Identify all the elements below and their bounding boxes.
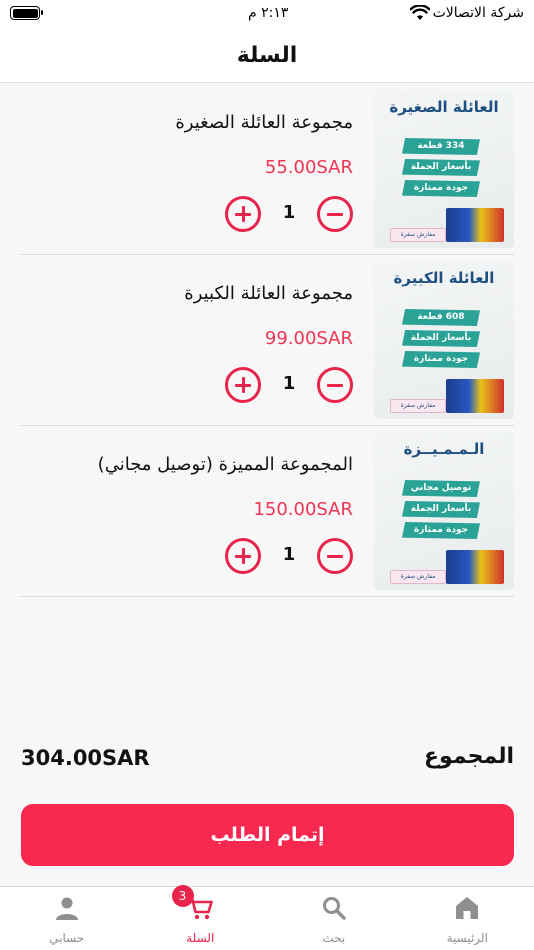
- product-image-tag: جودة ممتازة: [402, 351, 480, 368]
- increase-quantity-button[interactable]: [225, 538, 261, 574]
- item-name: مجموعة العائلة الصغيرة: [175, 112, 353, 133]
- tab-label: حسابي: [49, 931, 85, 945]
- search-icon: [322, 897, 346, 920]
- product-image-tag: 608 قطعة: [402, 309, 480, 326]
- total-row: المجموع 304.00SAR: [21, 744, 514, 776]
- tab-label: السلة: [186, 931, 215, 945]
- product-image-tag: 334 قطعة: [402, 138, 480, 155]
- product-image-tag: توصيل مجاني: [402, 480, 480, 497]
- total-value: 304.00SAR: [21, 746, 150, 770]
- item-price: 150.00SAR: [253, 499, 353, 520]
- product-image[interactable]: العائلة الصغيرة 334 قطعة بأسعار الجملة ج…: [374, 90, 514, 248]
- cart-item: العائلة الكبيرة 608 قطعة بأسعار الجملة ج…: [21, 255, 514, 426]
- quantity-stepper: 1: [225, 538, 353, 574]
- increase-quantity-button[interactable]: [225, 196, 261, 232]
- tab-cart[interactable]: 3 السلة: [134, 885, 268, 950]
- tab-account[interactable]: حسابي: [0, 887, 134, 950]
- cart-item: العائلة الصغيرة 334 قطعة بأسعار الجملة ج…: [21, 84, 514, 255]
- battery-icon: [10, 6, 43, 20]
- increase-quantity-button[interactable]: [225, 367, 261, 403]
- cart-count-badge: 3: [171, 885, 194, 907]
- product-image-title: العائلة الصغيرة: [389, 98, 499, 116]
- quantity-stepper: 1: [225, 367, 353, 403]
- product-image-tag: بأسعار الجملة: [402, 330, 480, 347]
- quantity-value: 1: [282, 202, 296, 223]
- product-image-box: [446, 550, 504, 584]
- decrease-quantity-button[interactable]: [317, 196, 353, 232]
- product-image-tag: جودة ممتازة: [402, 522, 480, 539]
- status-bar: شركة الاتصالات ٢:١٣ م: [0, 0, 534, 28]
- product-image-title: الـمـمـيــزة: [403, 440, 485, 458]
- item-price: 55.00SAR: [264, 157, 353, 178]
- tab-home[interactable]: الرئيسية: [401, 887, 534, 950]
- nav-header: السلة: [0, 28, 534, 83]
- product-image-box: [446, 208, 504, 242]
- product-image[interactable]: العائلة الكبيرة 608 قطعة بأسعار الجملة ج…: [374, 261, 514, 419]
- quantity-stepper: 1: [225, 196, 353, 232]
- quantity-value: 1: [282, 373, 296, 394]
- tab-search[interactable]: بحث: [267, 887, 401, 950]
- page-title: السلة: [236, 42, 298, 68]
- decrease-quantity-button[interactable]: [317, 367, 353, 403]
- carrier-name: شركة الاتصالات: [432, 5, 524, 21]
- wifi-icon: [410, 5, 430, 20]
- home-icon: [456, 897, 479, 919]
- tab-label: الرئيسية: [446, 931, 488, 945]
- decrease-quantity-button[interactable]: [317, 538, 353, 574]
- item-price: 99.00SAR: [264, 328, 353, 349]
- product-image-small-box: مفارش سفرة: [390, 399, 446, 413]
- product-image-tag: بأسعار الجملة: [402, 501, 480, 518]
- product-image[interactable]: الـمـمـيــزة توصيل مجاني بأسعار الجملة ج…: [374, 432, 514, 590]
- item-name: المجموعة المميزة (توصيل مجاني): [97, 454, 353, 475]
- status-time: ٢:١٣ م: [248, 5, 289, 21]
- product-image-small-box: مفارش سفرة: [390, 228, 446, 242]
- product-image-small-box: مفارش سفرة: [390, 570, 446, 584]
- quantity-value: 1: [282, 544, 296, 565]
- person-icon: [55, 897, 78, 920]
- checkout-button[interactable]: إتمام الطلب: [21, 804, 514, 866]
- product-image-box: [446, 379, 504, 413]
- item-name: مجموعة العائلة الكبيرة: [184, 283, 353, 304]
- product-image-tag: جودة ممتازة: [402, 180, 480, 197]
- tab-bar: حسابي 3 السلة بحث الرئيسية: [0, 885, 534, 950]
- tab-label: بحث: [322, 931, 346, 945]
- cart-item: الـمـمـيــزة توصيل مجاني بأسعار الجملة ج…: [21, 426, 514, 597]
- product-image-title: العائلة الكبيرة: [393, 269, 495, 287]
- total-label: المجموع: [424, 744, 514, 769]
- cart-list: العائلة الصغيرة 334 قطعة بأسعار الجملة ج…: [21, 84, 514, 597]
- product-image-tag: بأسعار الجملة: [402, 159, 480, 176]
